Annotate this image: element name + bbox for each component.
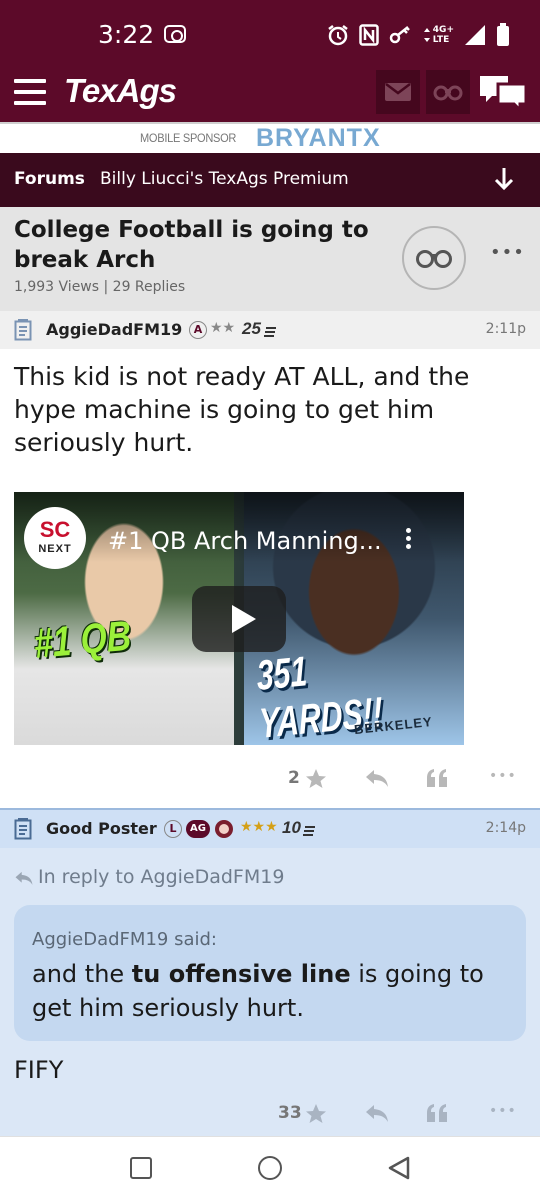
nfc-icon [359,24,379,46]
recent-apps-icon[interactable] [130,1157,152,1179]
quote-bold-text: tu offensive line [131,960,351,988]
reply-reference-text: In reply to AggieDadFM19 [38,866,285,888]
member-badge-lifetime: L [164,820,182,838]
play-button[interactable] [192,586,286,652]
binoculars-icon [416,250,452,268]
channel-logo-bottom: NEXT [38,543,72,555]
sponsor-banner[interactable]: MOBILE SPONSOR BRYANTX [0,122,540,153]
star-rating: ★★ [210,320,236,336]
video-embed[interactable]: SC NEXT #1 QB Arch Manning... #1 QB 351 … [14,492,464,745]
star-rating: ★★★ [240,819,278,835]
like-count: 33 [278,1103,302,1123]
network-type-top: 4G+ [432,25,454,35]
data-arrows-icon [423,28,430,42]
system-nav-bar [0,1136,540,1200]
post-time: 2:14p [485,820,526,836]
post-header: Good Poster L AG ★★★ 10 2:14p [0,810,540,848]
star-like-icon[interactable] [305,1103,327,1125]
status-icons: 4G+ LTE [327,20,510,50]
video-menu-icon[interactable] [406,528,412,552]
reply-arrow-icon [15,871,33,885]
thread-more-options-icon[interactable]: ••• [490,242,525,263]
forum-breadcrumb: Forums Billy Liucci's TexAgs Premium [0,153,540,207]
like-count: 2 [288,768,300,788]
hamburger-menu-icon[interactable] [14,79,46,105]
video-overlay-text-left: #1 QB [32,611,133,667]
vpn-key-icon [389,26,410,44]
post-more-options-icon[interactable]: ••• [489,768,517,784]
post-time: 2:11p [485,321,526,337]
thread-title: College Football is going to break Arch [14,217,369,273]
channel-logo-top: SC [39,517,71,542]
watch-thread-button[interactable] [402,226,466,290]
member-badge: A [189,321,207,339]
post-author[interactable]: Good Poster [46,819,157,838]
post-document-icon[interactable] [14,319,32,341]
reply-icon[interactable] [364,768,390,788]
rank-bars-icon [303,826,315,836]
status-bar: 3:22 4G+ LTE [0,0,540,64]
rank-number: 10 [282,818,301,837]
sponsor-logo[interactable]: BRYANTX [256,124,381,153]
video-title[interactable]: #1 QB Arch Manning... [108,527,382,555]
app-header: TexAgs [0,64,540,122]
rank-number: 25 [242,319,261,338]
star-like-icon[interactable] [305,768,327,790]
post-document-icon[interactable] [14,818,32,840]
post-actions: 33 ••• [0,1095,540,1135]
quote-author: AggieDadFM19 said: [32,929,217,950]
network-type-indicator: 4G+ LTE [423,25,454,45]
rank-bars-icon [264,327,276,337]
chat-button[interactable] [478,72,528,114]
quote-icon[interactable] [426,768,448,788]
member-badge-ag: AG [186,820,210,838]
home-icon[interactable] [258,1156,282,1180]
binoculars-icon [433,85,463,101]
scroll-down-icon[interactable] [493,167,515,191]
post-body: This kid is not ready AT ALL, and the hy… [14,362,470,457]
quote-icon[interactable] [426,1103,448,1123]
sponsor-label: MOBILE SPONSOR [140,131,237,145]
post-actions: 2 ••• [0,760,540,800]
network-type-bottom: LTE [432,35,450,45]
team-logo-icon [215,820,233,838]
back-icon[interactable] [386,1155,412,1181]
post-header: AggieDadFM19 A ★★ 25 2:11p [0,311,540,349]
screen-record-icon [164,25,186,43]
breadcrumb-board[interactable]: Billy Liucci's TexAgs Premium [100,169,349,189]
watchlist-button[interactable] [426,70,470,114]
post-body: FIFY [14,1056,64,1084]
status-time: 3:22 [98,20,155,49]
alarm-icon [328,25,348,46]
envelope-icon [385,83,411,101]
breadcrumb-forums[interactable]: Forums [14,169,85,189]
messages-button[interactable] [376,70,420,114]
texags-logo[interactable]: TexAgs [64,72,177,110]
post-more-options-icon[interactable]: ••• [489,1103,517,1119]
post-author[interactable]: AggieDadFM19 [46,320,182,339]
signal-icon [465,25,485,45]
reply-reference[interactable]: In reply to AggieDadFM19 [14,866,284,888]
channel-logo[interactable]: SC NEXT [24,507,86,569]
quote-text: and the tu offensive line is going to ge… [32,960,484,1022]
chat-bubbles-icon [480,76,528,114]
thread-stats: 1,993 Views | 29 Replies [14,279,186,295]
reply-icon[interactable] [364,1103,390,1123]
battery-icon [497,23,509,46]
quote-block: AggieDadFM19 said: and the tu offensive … [14,905,526,1041]
